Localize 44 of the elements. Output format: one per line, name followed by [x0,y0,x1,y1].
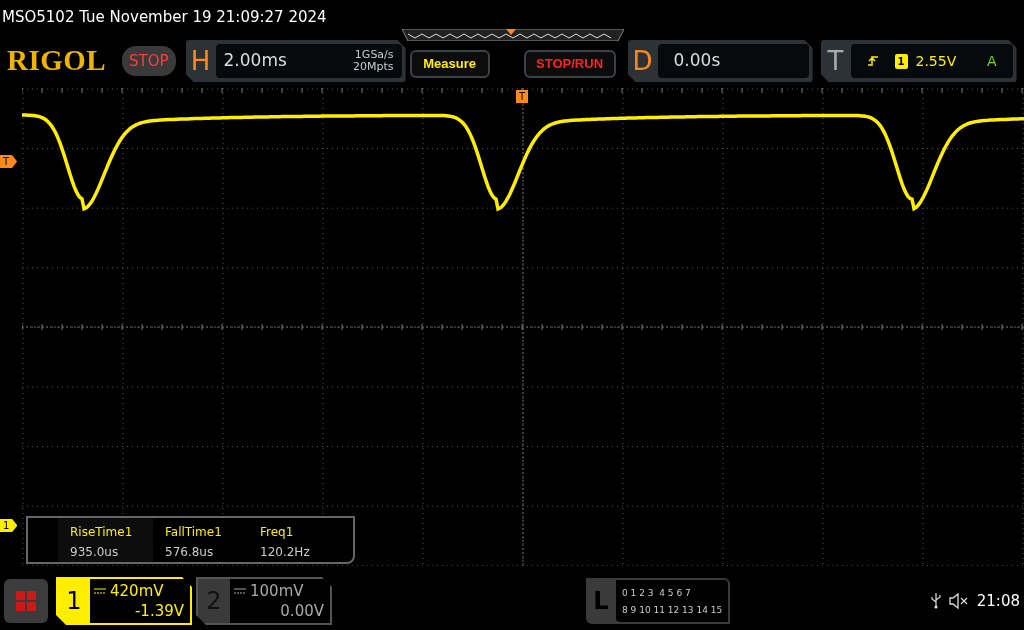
trigger-mode: A [986,51,997,71]
trigger-source-badge: 1 [894,53,908,69]
memory-depth: 20Mpts [353,61,394,73]
horizontal-label: H [189,44,212,78]
vertical-offset: -1.39V [134,602,184,620]
measurement-value: 935.0us [70,544,120,561]
channel-panel[interactable]: 1 420mV -1.39V [56,577,192,625]
delay-value: 0.00s [673,49,721,73]
grid-menu-icon [16,591,36,611]
delay-label: D [631,44,654,78]
logic-panel[interactable]: L 0 1 2 3 4 5 6 7 8 9 10 11 12 13 14 15 [586,578,731,624]
stop-run-button[interactable]: STOP/RUN [523,50,616,78]
dc-coupling-icon [234,588,246,594]
dc-coupling-icon [94,588,106,594]
sample-rate: 1GSa/s [353,49,394,61]
horizontal-panel[interactable]: H 2.00ms 1GSa/s 20Mpts [185,40,406,82]
logic-channel-numbers: 8 9 10 11 12 13 14 15 [622,604,723,617]
timebase-value: 2.00ms [223,49,287,73]
brand-logo: RIGOL [7,43,108,79]
logic-label: L [592,586,610,617]
rising-edge-icon [866,55,879,67]
trigger-level-marker[interactable]: T [0,155,18,168]
trigger-position-marker[interactable]: T [516,90,529,103]
window-title: MSO5102 Tue November 19 21:09:27 2024 [1,7,328,28]
channel-marker[interactable]: 1 [0,519,18,532]
clock-time: 21:08 [976,590,1020,612]
channel-number: 1 [58,579,90,623]
speaker-muted-icon [948,593,969,609]
trigger-level: 2.55V [915,51,957,71]
trigger-label: T [826,44,845,78]
measurement-name: Freq1 [260,524,295,541]
trigger-panel[interactable]: T 1 2.55V A [820,40,1017,82]
vertical-offset: 0.00V [280,602,324,620]
delay-panel[interactable]: D 0.00s [627,40,813,82]
logic-channel-numbers: 0 1 2 3 4 5 6 7 [622,587,692,600]
measure-button[interactable]: Measure [409,50,490,78]
vertical-scale: 420mV [110,581,164,601]
menu-button[interactable] [4,579,48,623]
measurement-value: 576.8us [165,544,215,561]
usb-icon [930,593,941,609]
measurement-name: RiseTime1 [70,524,134,541]
vertical-scale: 100mV [250,581,304,601]
measurement-value: 120.2Hz [260,544,311,561]
measurement-name: FallTime1 [165,524,223,541]
